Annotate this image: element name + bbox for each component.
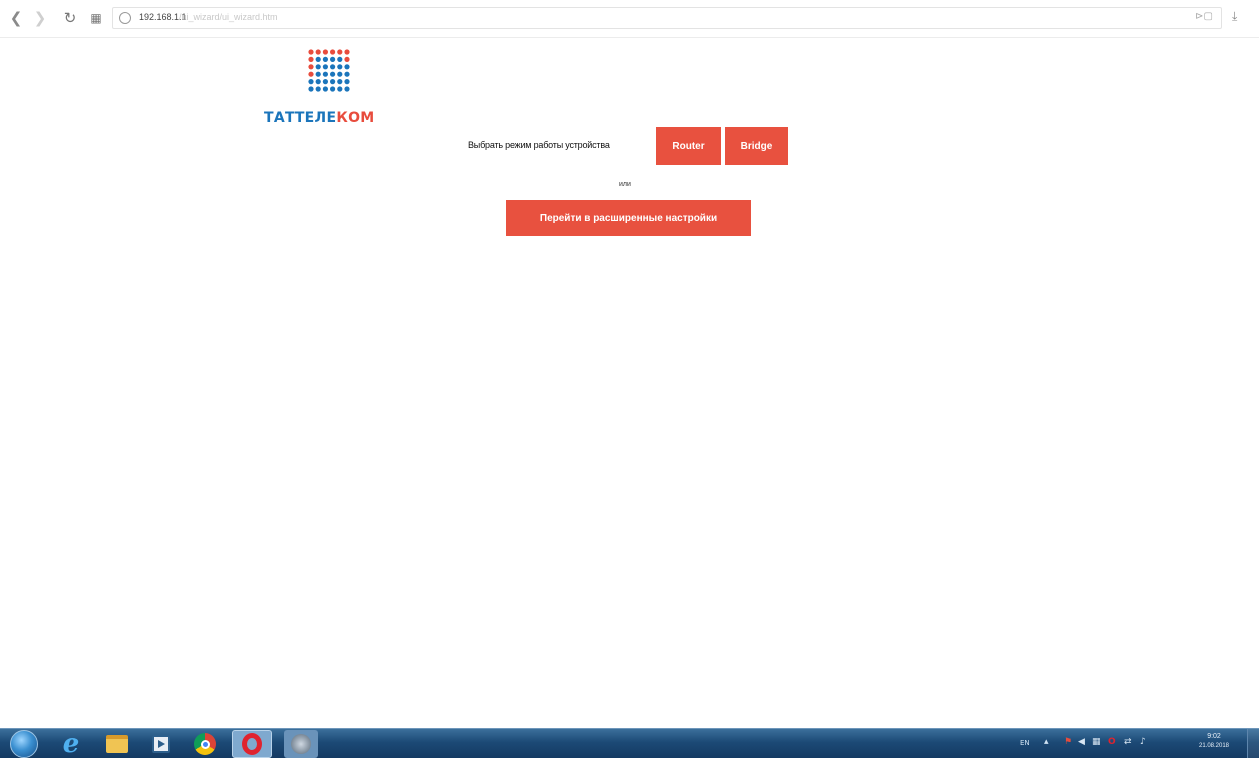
logo-dots-icon: [308, 49, 350, 92]
back-icon[interactable]: ❮: [6, 8, 26, 28]
logo-dot: [308, 79, 314, 85]
logo-dot: [322, 56, 328, 62]
signal-icon[interactable]: ▦: [1092, 737, 1101, 747]
logo-text-blue: ТАТТЕЛЕ: [264, 110, 337, 126]
browser-toolbar: ❮ ❯ ↻ ▦ 192.168.1.1 /ui_wizard/ui_wizard…: [0, 0, 1259, 38]
opera-icon[interactable]: [232, 730, 272, 758]
logo-dot: [330, 79, 336, 85]
logo-dot: [322, 86, 328, 92]
logo-dot: [322, 49, 328, 55]
logo-dot: [330, 64, 336, 70]
language-indicator[interactable]: EN: [1020, 739, 1030, 747]
url-path: /ui_wizard/ui_wizard.htm: [179, 12, 278, 22]
logo-dot: [315, 71, 321, 77]
windows-taskbar: e EN ▴ ⚑ ◀ ▦ O ⇄ ♪ 9:02 21.08.2018: [0, 728, 1259, 758]
logo-text-red: КОМ: [336, 110, 375, 126]
logo-dot: [337, 56, 343, 62]
logo-dot: [344, 49, 350, 55]
or-separator: или: [619, 181, 631, 188]
clock-date: 21.08.2018: [1198, 743, 1230, 749]
logo-dot: [344, 64, 350, 70]
logo-dot: [322, 64, 328, 70]
bridge-button[interactable]: Bridge: [725, 127, 788, 165]
logo-dot: [308, 64, 314, 70]
tattelecom-logo: ТАТТЕЛЕКОМ: [262, 48, 392, 130]
media-player-icon[interactable]: [148, 732, 174, 756]
logo-dot: [337, 79, 343, 85]
logo-dot: [308, 71, 314, 77]
internet-explorer-icon[interactable]: e: [58, 729, 84, 758]
start-button[interactable]: [10, 730, 38, 758]
logo-dot: [330, 71, 336, 77]
logo-dot: [330, 56, 336, 62]
logo-dot: [315, 79, 321, 85]
logo-dot: [330, 86, 336, 92]
logo-dot: [322, 71, 328, 77]
logo-dot: [315, 64, 321, 70]
mode-select-label: Выбрать режим работы устройства: [468, 140, 610, 150]
logo-text: ТАТТЕЛЕКОМ: [264, 110, 375, 126]
opera-tray-icon[interactable]: O: [1108, 737, 1116, 747]
download-icon[interactable]: ⤓: [1232, 9, 1237, 24]
logo-dot: [337, 71, 343, 77]
logo-dot: [344, 56, 350, 62]
forward-icon[interactable]: ❯: [30, 8, 50, 28]
router-button[interactable]: Router: [656, 127, 721, 165]
file-explorer-icon[interactable]: [104, 732, 130, 756]
system-tray: EN ▴ ⚑ ◀ ▦ O ⇄ ♪ 9:02 21.08.2018: [1016, 729, 1259, 758]
logo-dot: [337, 49, 343, 55]
network-icon[interactable]: ◀: [1078, 737, 1085, 747]
logo-dot: [315, 49, 321, 55]
site-info-icon[interactable]: [119, 12, 131, 24]
logo-dot: [344, 71, 350, 77]
tray-overflow-icon[interactable]: ▴: [1044, 737, 1049, 747]
logo-dot: [337, 86, 343, 92]
volume-icon[interactable]: ♪: [1140, 737, 1146, 747]
address-bar-actions[interactable]: ⊳▢: [1195, 11, 1213, 22]
logo-dot: [322, 79, 328, 85]
show-desktop-button[interactable]: [1247, 729, 1259, 758]
logo-dot: [315, 56, 321, 62]
logo-dot: [308, 56, 314, 62]
chrome-icon[interactable]: [192, 732, 218, 756]
power-icon[interactable]: ⇄: [1124, 737, 1132, 747]
logo-dot: [344, 86, 350, 92]
clock-time: 9:02: [1207, 733, 1221, 740]
advanced-settings-button[interactable]: Перейти в расширенные настройки: [506, 200, 751, 236]
logo-dot: [330, 49, 336, 55]
logo-dot: [344, 79, 350, 85]
logo-dot: [308, 49, 314, 55]
address-bar[interactable]: 192.168.1.1 /ui_wizard/ui_wizard.htm ⊳▢: [112, 7, 1222, 29]
logo-dot: [315, 86, 321, 92]
action-center-flag-icon[interactable]: ⚑: [1064, 737, 1072, 747]
app-icon[interactable]: [284, 730, 318, 758]
clock[interactable]: 9:02 21.08.2018: [1192, 733, 1236, 749]
apps-grid-icon[interactable]: ▦: [86, 8, 106, 28]
logo-dot: [337, 64, 343, 70]
logo-dot: [308, 86, 314, 92]
reload-icon[interactable]: ↻: [60, 8, 80, 28]
